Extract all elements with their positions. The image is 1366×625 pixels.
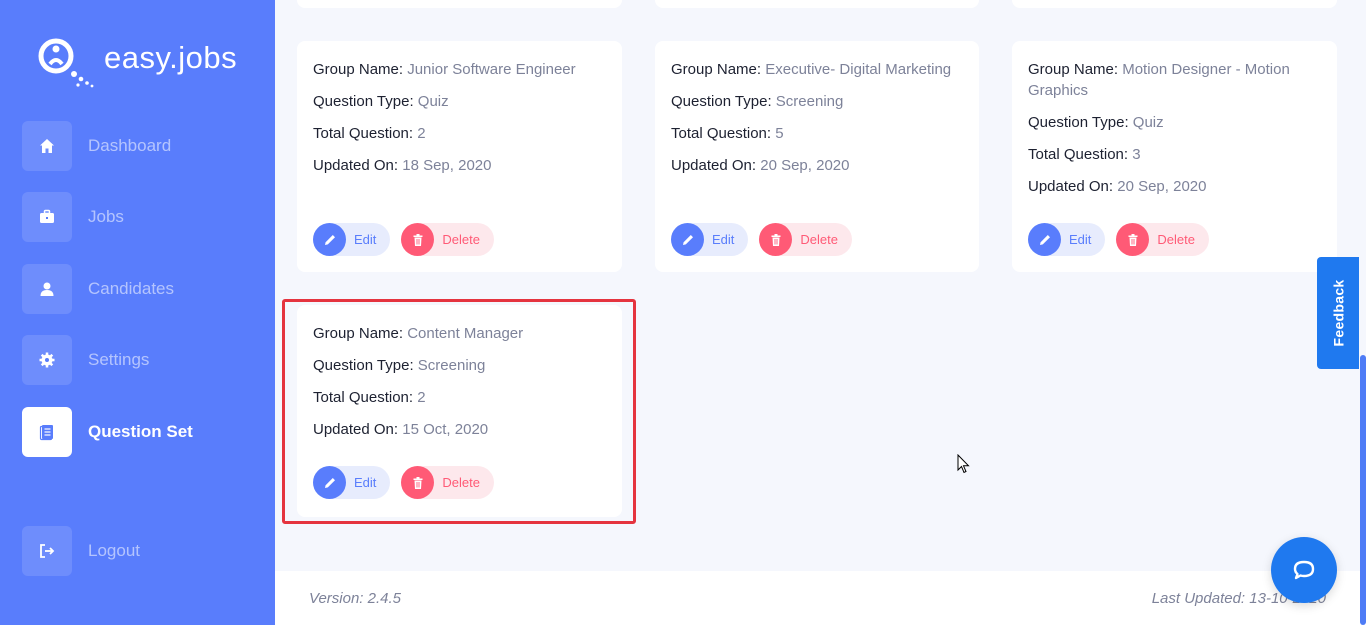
sidebar-item-label: Settings [88, 350, 150, 369]
main-content: Group Name: Junior Software Engineer Que… [275, 0, 1366, 625]
group-name-value: Junior Software Engineer [407, 61, 576, 78]
gear-icon [39, 352, 55, 368]
updated-on-value: 20 Sep, 2020 [760, 157, 850, 174]
sidebar-item-label: Question Set [88, 422, 193, 441]
sidebar-item-dashboard[interactable]: Dashboard [22, 121, 262, 171]
card-actions: Edit Delete [671, 223, 852, 256]
pencil-icon [682, 234, 693, 245]
mouse-cursor-icon [957, 454, 970, 474]
version-text: Version: 2.4.5 [309, 590, 401, 607]
updated-on-row: Updated On: 20 Sep, 2020 [1028, 178, 1207, 195]
easyjobs-logo-icon [38, 38, 94, 88]
chat-bubble-icon [1293, 560, 1315, 580]
sidebar-item-question-set[interactable]: Question Set [22, 407, 262, 457]
logo-text: easy.jobs [104, 40, 238, 75]
sidebar-item-logout[interactable]: Logout [22, 526, 262, 576]
group-name-row: Group Name: Motion Designer - Motion Gra… [1028, 61, 1290, 99]
pencil-icon [1039, 234, 1050, 245]
sidebar-item-label: Jobs [88, 207, 124, 226]
card-stub [1012, 0, 1337, 8]
feedback-tab[interactable]: Feedback [1317, 257, 1359, 369]
edit-button[interactable]: Edit [1028, 223, 1106, 256]
sidebar-item-label: Candidates [88, 279, 175, 298]
group-name-row: Group Name: Executive- Digital Marketing [671, 61, 952, 78]
question-type-row: Question Type: Screening [671, 93, 844, 110]
sidebar-item-settings[interactable]: Settings [22, 335, 262, 385]
sidebar-item-label: Dashboard [88, 136, 172, 155]
question-type-row: Question Type: Quiz [1028, 114, 1164, 131]
logo[interactable]: easy.jobs [34, 34, 237, 90]
pencil-icon [324, 234, 335, 245]
home-icon [40, 139, 54, 153]
question-type-value: Quiz [417, 93, 449, 110]
question-set-card: Group Name: Executive- Digital Marketing… [655, 41, 979, 272]
footer: Version: 2.4.5 Last Updated: 13-10-2020 [275, 571, 1366, 625]
highlight-box [282, 299, 636, 524]
question-type-value: Screening [775, 93, 844, 110]
sidebar-item-candidates[interactable]: Candidates [22, 264, 262, 314]
delete-button[interactable]: Delete [759, 223, 852, 256]
trash-icon [413, 233, 423, 246]
updated-on-value: 18 Sep, 2020 [402, 157, 492, 174]
scrollbar[interactable] [1360, 355, 1366, 625]
total-question-value: 5 [775, 125, 784, 142]
trash-icon [771, 233, 781, 246]
total-question-value: 2 [417, 125, 426, 142]
updated-on-value: 20 Sep, 2020 [1117, 178, 1207, 195]
question-set-card: Group Name: Junior Software Engineer Que… [297, 41, 622, 272]
trash-icon [1128, 233, 1138, 246]
group-name-value: Executive- Digital Marketing [765, 61, 952, 78]
total-question-row: Total Question: 2 [313, 125, 426, 142]
edit-button[interactable]: Edit [671, 223, 749, 256]
chat-button[interactable] [1271, 537, 1337, 603]
card-actions: Edit Delete [1028, 223, 1209, 256]
sidebar-item-jobs[interactable]: Jobs [22, 192, 262, 242]
delete-button[interactable]: Delete [1116, 223, 1209, 256]
delete-button[interactable]: Delete [401, 223, 494, 256]
user-icon [40, 282, 54, 296]
group-name-row: Group Name: Junior Software Engineer [313, 61, 576, 78]
card-actions: Edit Delete [313, 223, 494, 256]
updated-on-row: Updated On: 18 Sep, 2020 [313, 157, 492, 174]
edit-button[interactable]: Edit [313, 223, 391, 256]
question-type-value: Quiz [1132, 114, 1164, 131]
briefcase-icon [40, 209, 54, 223]
total-question-row: Total Question: 3 [1028, 146, 1141, 163]
question-set-card: Group Name: Motion Designer - Motion Gra… [1012, 41, 1337, 272]
total-question-value: 3 [1132, 146, 1141, 163]
card-stub [655, 0, 979, 8]
total-question-row: Total Question: 5 [671, 125, 784, 142]
card-stub [297, 0, 622, 8]
sidebar: easy.jobs Dashboard Jobs Candidates Sett… [0, 0, 275, 625]
question-type-row: Question Type: Quiz [313, 93, 449, 110]
logout-icon [40, 544, 55, 558]
document-icon [39, 425, 53, 441]
updated-on-row: Updated On: 20 Sep, 2020 [671, 157, 850, 174]
sidebar-item-label: Logout [88, 541, 140, 560]
